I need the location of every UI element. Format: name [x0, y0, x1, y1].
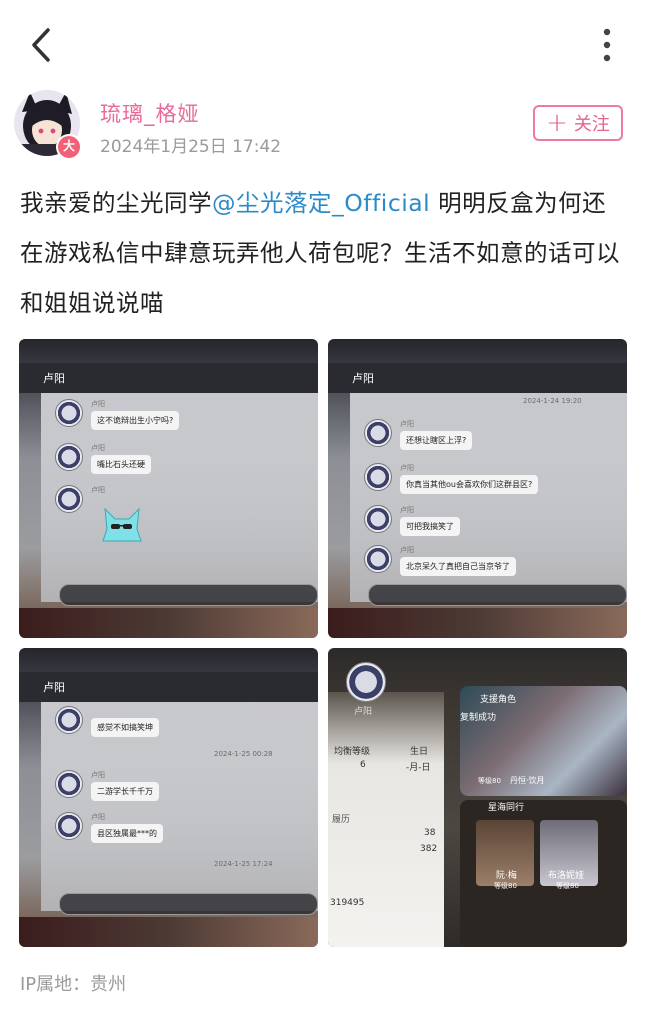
chat-avatar: [55, 770, 83, 798]
avatar-badge: 大: [56, 134, 82, 160]
more-vertical-icon[interactable]: [594, 26, 620, 66]
ip-location: IP属地：贵州: [20, 974, 127, 995]
chat-message: 感觉不如搞笑坤: [55, 706, 159, 737]
chevron-left-icon[interactable]: [26, 26, 60, 64]
chat-message: 卢阳 北京呆久了真把自己当京爷了: [364, 545, 516, 576]
chat-avatar: [55, 399, 83, 427]
chat-avatar: [364, 419, 392, 447]
author-name[interactable]: 琉璃_格娅: [100, 98, 200, 128]
chat-header: 卢阳: [19, 363, 318, 393]
cat-sticker-icon: [102, 507, 142, 542]
player-avatar: [346, 662, 386, 702]
image-2[interactable]: 卢阳 2024-1-24 19:20 卢阳 还想让瞎区上浮? 卢阳 你真当其他ou会…: [328, 339, 627, 638]
chat-avatar: [55, 443, 83, 471]
chat-avatar: [55, 706, 83, 734]
chat-message: 卢阳: [55, 485, 105, 513]
follow-button[interactable]: + 关注: [533, 105, 623, 141]
chat-message: 卢阳 这不诡辩出生小宁吗?: [55, 399, 180, 430]
chat-message: 卢阳 可把我搞笑了: [364, 505, 460, 536]
chat-input: [368, 584, 627, 606]
chat-message: 卢阳 二游学长千千万: [55, 770, 159, 801]
plus-icon: +: [546, 108, 568, 138]
chat-header: 卢阳: [328, 363, 627, 393]
post-timestamp: 2024年1月25日 17:42: [100, 137, 282, 157]
post-text-before: 我亲爱的尘光同学: [20, 189, 212, 217]
chat-avatar: [55, 812, 83, 840]
chat-avatar: [364, 505, 392, 533]
chat-message: 卢阳 还想让瞎区上浮?: [364, 419, 473, 450]
image-3[interactable]: 卢阳 感觉不如搞笑坤 2024-1-25 00:28 卢阳 二游学长千千万 卢阳县…: [19, 648, 318, 947]
chat-avatar: [364, 545, 392, 573]
follow-label: 关注: [573, 114, 610, 135]
chat-header: 卢阳: [19, 672, 318, 702]
chat-input: [59, 584, 318, 606]
post-text: 我亲爱的尘光同学@尘光落定_Official 明明反盒为何还在游戏私信中肆意玩弄…: [20, 178, 630, 328]
chat-input: [59, 893, 318, 915]
image-1[interactable]: 卢阳 卢阳 这不诡辩出生小宁吗? 卢阳 嘴比石头还硬 卢阳: [19, 339, 318, 638]
image-4[interactable]: 卢阳 均衡等级 6 生日 -月-日 履历 38 382 319495 支援角色 …: [328, 648, 627, 947]
top-bar: [0, 0, 647, 90]
chat-message: 卢阳 嘴比石头还硬: [55, 443, 151, 474]
chat-avatar: [364, 463, 392, 491]
mention-link[interactable]: @尘光落定_Official: [212, 189, 430, 217]
chat-message: 卢阳 县区独属最***的: [55, 812, 163, 843]
chat-avatar: [55, 485, 83, 513]
chat-message: 卢阳 你真当其他ou会喜欢你们这群县区?: [364, 463, 539, 494]
